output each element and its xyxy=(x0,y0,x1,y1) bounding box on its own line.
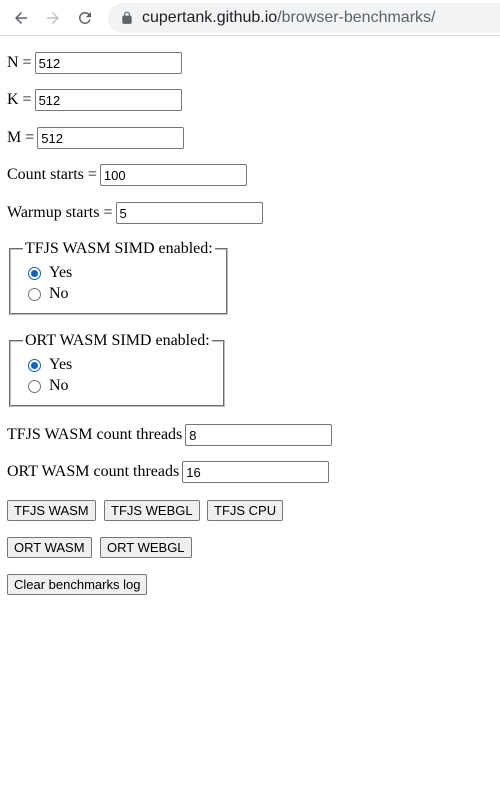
url-host: cupertank.github.io xyxy=(142,9,278,26)
ort-threads-input[interactable] xyxy=(182,461,330,483)
browser-toolbar: cupertank.github.io/browser-benchmarks/ xyxy=(0,0,500,36)
lock-icon xyxy=(120,11,134,25)
tfjs-simd-no-label: No xyxy=(49,285,69,302)
ort-simd-yes-radio[interactable] xyxy=(28,358,41,372)
ort-simd-no-option[interactable]: No xyxy=(28,376,223,396)
k-label: K = xyxy=(7,91,32,108)
k-row: K = xyxy=(7,89,182,111)
tfjs-simd-yes-option[interactable]: Yes xyxy=(28,263,226,283)
ort-webgl-button[interactable]: ORT WEBGL xyxy=(100,537,192,558)
tfjs-threads-row: TFJS WASM count threads xyxy=(7,424,333,446)
address-bar[interactable]: cupertank.github.io/browser-benchmarks/ xyxy=(108,3,500,33)
ort-wasm-button[interactable]: ORT WASM xyxy=(7,537,92,558)
count-starts-input[interactable] xyxy=(99,164,247,186)
tfjs-webgl-button[interactable]: TFJS WEBGL xyxy=(104,500,200,521)
m-label: M = xyxy=(7,129,35,146)
warmup-starts-label: Warmup starts = xyxy=(7,204,113,221)
tfjs-simd-no-option[interactable]: No xyxy=(28,284,226,304)
page-content: N = K = M = Count starts = Warmup starts… xyxy=(0,36,500,804)
tfjs-simd-legend: TFJS WASM SIMD enabled: xyxy=(25,240,213,257)
count-starts-row: Count starts = xyxy=(7,164,247,186)
reload-icon xyxy=(78,11,91,24)
tfjs-threads-label: TFJS WASM count threads xyxy=(7,426,183,443)
tfjs-cpu-button[interactable]: TFJS CPU xyxy=(207,500,284,521)
warmup-starts-input[interactable] xyxy=(115,202,263,224)
ort-threads-label: ORT WASM count threads xyxy=(7,463,180,480)
arrow-right-icon xyxy=(47,12,59,24)
forward-button[interactable] xyxy=(39,4,67,32)
n-input[interactable] xyxy=(34,52,182,74)
n-label: N = xyxy=(7,54,32,71)
count-starts-label: Count starts = xyxy=(7,166,97,183)
k-input[interactable] xyxy=(34,89,182,111)
ort-simd-fieldset: ORT WASM SIMD enabled: Yes No xyxy=(9,332,225,407)
n-row: N = xyxy=(7,52,182,74)
tfjs-simd-yes-radio[interactable] xyxy=(28,266,41,280)
back-button[interactable] xyxy=(7,4,35,32)
ort-simd-no-label: No xyxy=(49,377,69,394)
ort-simd-yes-label: Yes xyxy=(49,356,73,373)
tfjs-simd-fieldset: TFJS WASM SIMD enabled: Yes No xyxy=(9,240,228,315)
m-row: M = xyxy=(7,127,185,149)
clear-log-button[interactable]: Clear benchmarks log xyxy=(7,574,148,595)
ort-simd-no-radio[interactable] xyxy=(28,379,41,393)
ort-simd-legend: ORT WASM SIMD enabled: xyxy=(25,332,210,349)
url-path: /browser-benchmarks/ xyxy=(277,9,436,26)
ort-threads-row: ORT WASM count threads xyxy=(7,461,330,483)
tfjs-threads-input[interactable] xyxy=(185,424,333,446)
ort-simd-yes-option[interactable]: Yes xyxy=(28,355,223,375)
warmup-starts-row: Warmup starts = xyxy=(7,202,263,224)
m-input[interactable] xyxy=(37,127,185,149)
tfjs-wasm-button[interactable]: TFJS WASM xyxy=(7,500,96,521)
tfjs-simd-no-radio[interactable] xyxy=(28,287,41,301)
reload-button[interactable] xyxy=(71,4,99,32)
arrow-left-icon xyxy=(15,12,27,24)
tfjs-simd-yes-label: Yes xyxy=(49,264,73,281)
